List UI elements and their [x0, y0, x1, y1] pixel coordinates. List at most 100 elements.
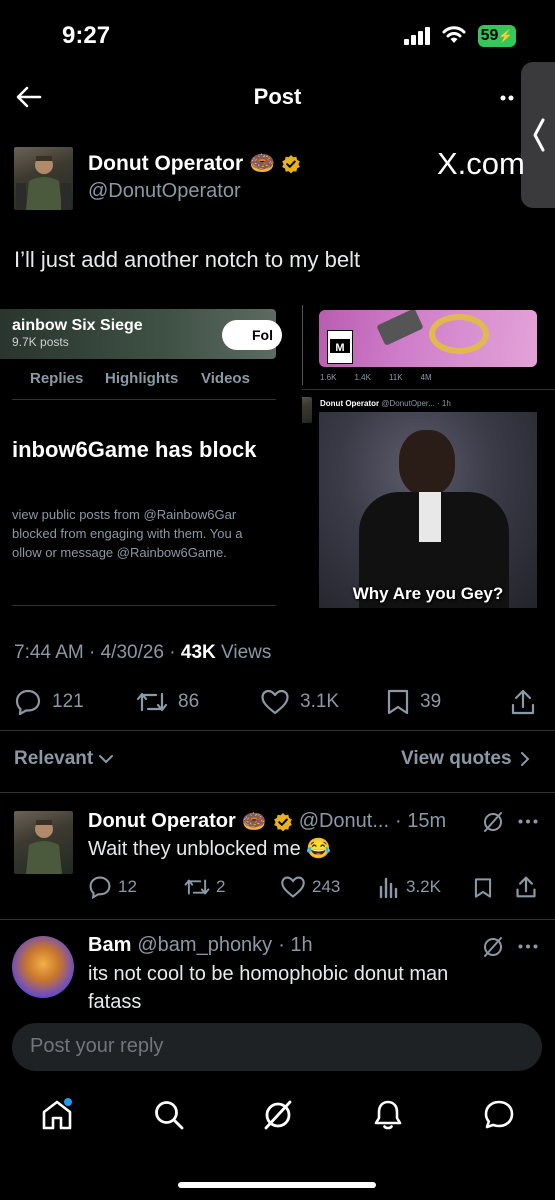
reply-header: Donut Operator 🍩 @Donut... · 15m — [88, 809, 446, 834]
nav-search[interactable] — [152, 1098, 186, 1132]
reply-author-name[interactable]: Bam — [88, 934, 131, 957]
reply-more-button[interactable] — [518, 819, 538, 824]
grok-icon[interactable] — [482, 936, 504, 958]
share-action[interactable] — [510, 688, 536, 716]
reply-header: Bam @bam_phonky · 1h — [88, 934, 313, 957]
quote-divider — [302, 389, 555, 390]
grok-icon[interactable] — [482, 811, 504, 833]
more-icon — [518, 819, 538, 824]
repost-count: 86 — [178, 691, 200, 712]
reply-avatar[interactable] — [12, 936, 74, 998]
reply-action[interactable]: 121 — [14, 688, 84, 716]
reply-like-action[interactable]: 243 — [280, 875, 340, 899]
author-avatar[interactable] — [14, 147, 73, 210]
svg-text:M: M — [335, 342, 344, 354]
bookmark-count: 39 — [420, 691, 442, 712]
reply-bookmark-button[interactable] — [473, 877, 493, 899]
quote-stat-replies: 1.6K — [320, 373, 337, 382]
thread-line — [302, 305, 303, 385]
home-icon — [42, 1098, 72, 1130]
reply-like-count: 243 — [312, 877, 341, 896]
bell-icon — [374, 1100, 402, 1130]
reply-text-line: its not cool to be homophobic donut man — [88, 963, 449, 985]
more-options-button[interactable] — [500, 95, 520, 101]
reply-views-action[interactable]: 3.2K — [378, 875, 441, 899]
heart-icon — [281, 876, 305, 898]
quote-author-name: Donut Operator — [320, 399, 380, 408]
nav-home[interactable] — [40, 1098, 74, 1132]
reply-repost-action[interactable]: 2 — [184, 875, 225, 899]
rating-badge: M — [327, 330, 353, 364]
sort-relevant-dropdown[interactable]: Relevant — [14, 748, 114, 770]
reply-time: · 15m — [395, 810, 447, 832]
author-handle[interactable]: @DonutOperator — [88, 180, 241, 203]
quote-stats: 1.6K 1.4K 11K 4M — [320, 373, 432, 382]
reply-item[interactable]: Bam @bam_phonky · 1h its not cool to be … — [0, 920, 555, 1015]
profile-title: ainbow Six Siege — [12, 317, 143, 334]
side-panel-handle[interactable] — [521, 62, 555, 208]
gif-caption: Why Are you Gey? — [352, 584, 504, 603]
like-count: 3.1K — [300, 691, 340, 712]
home-indicator[interactable] — [178, 1182, 376, 1188]
nav-messages[interactable] — [482, 1098, 516, 1132]
bookmark-action[interactable]: 39 — [386, 688, 441, 716]
follow-button: Fol — [222, 320, 282, 350]
gif-image: Why Are you Gey? — [319, 412, 537, 608]
battery-indicator: 59 ⚡ — [478, 25, 516, 47]
chevron-right-icon — [520, 752, 529, 766]
author-name-row[interactable]: Donut Operator 🍩 — [88, 152, 301, 176]
view-quotes-link[interactable]: View quotes — [401, 748, 530, 770]
author-name[interactable]: Donut Operator — [88, 152, 243, 176]
reply-share-button[interactable] — [515, 875, 537, 899]
reply-more-button[interactable] — [518, 944, 538, 949]
donut-emoji: 🍩 — [249, 152, 276, 175]
bookmark-icon — [387, 689, 409, 715]
page-title: Post — [253, 84, 302, 109]
tab-highlights: Highlights — [105, 370, 179, 387]
reply-views-count: 3.2K — [406, 877, 441, 896]
verified-badge-icon — [273, 812, 292, 831]
reply-repost-count: 2 — [216, 877, 226, 896]
quote-author-avatar — [302, 397, 312, 423]
view-quotes-label: View quotes — [401, 748, 512, 769]
actions-divider — [0, 730, 555, 731]
post-meta: 7:44 AM · 4/30/26 · 43K Views — [14, 642, 272, 663]
bookmark-icon — [474, 878, 492, 898]
embedded-image-quote[interactable]: M 1.6K 1.4K 11K 4M Donut Operator @Donut… — [302, 305, 555, 610]
grok-icon — [264, 1100, 292, 1130]
status-time: 9:27 — [62, 22, 111, 49]
blocked-line: ollow or message @Rainbow6Game. — [12, 545, 227, 560]
embedded-image-profile[interactable]: ainbow Six Siege 9.7K posts Fol Replies … — [0, 305, 300, 610]
reply-item[interactable]: Donut Operator 🍩 @Donut... · 15m Wait th… — [0, 793, 555, 919]
repost-icon — [136, 692, 168, 712]
wifi-icon — [441, 25, 467, 45]
reply-count: 121 — [52, 691, 84, 712]
tab-replies: Replies — [30, 370, 84, 387]
reply-icon — [15, 689, 41, 716]
repost-action[interactable]: 86 — [136, 688, 199, 716]
share-icon — [511, 689, 535, 715]
messages-icon — [484, 1100, 514, 1129]
views-label: Views — [221, 642, 272, 663]
quote-author: Donut Operator @DonutOper... · 1h — [320, 399, 451, 408]
post-date: 4/30/26 — [100, 642, 165, 663]
sort-label: Relevant — [14, 748, 94, 769]
bottom-divider — [12, 605, 276, 606]
x-brand-watermark: X.com — [437, 146, 525, 181]
quote-stat-reposts: 1.4K — [354, 373, 371, 382]
reply-text: Wait they unblocked me 😂 — [88, 838, 332, 860]
reply-author-name[interactable]: Donut Operator — [88, 810, 236, 833]
nav-notifications[interactable] — [371, 1098, 405, 1132]
heart-icon — [261, 689, 289, 715]
tab-videos: Videos — [201, 370, 250, 387]
reply-reply-action[interactable]: 12 — [88, 875, 137, 899]
reply-text-line: fatass — [88, 991, 142, 1013]
like-action[interactable]: 3.1K — [260, 688, 339, 716]
reply-avatar[interactable] — [14, 811, 73, 874]
nav-grok[interactable] — [261, 1098, 295, 1132]
more-icon — [500, 95, 514, 101]
repost-icon — [184, 879, 210, 895]
chevron-down-icon — [99, 755, 114, 764]
reply-composer-input[interactable]: Post your reply — [12, 1023, 542, 1071]
quote-stat-views: 4M — [420, 373, 432, 382]
